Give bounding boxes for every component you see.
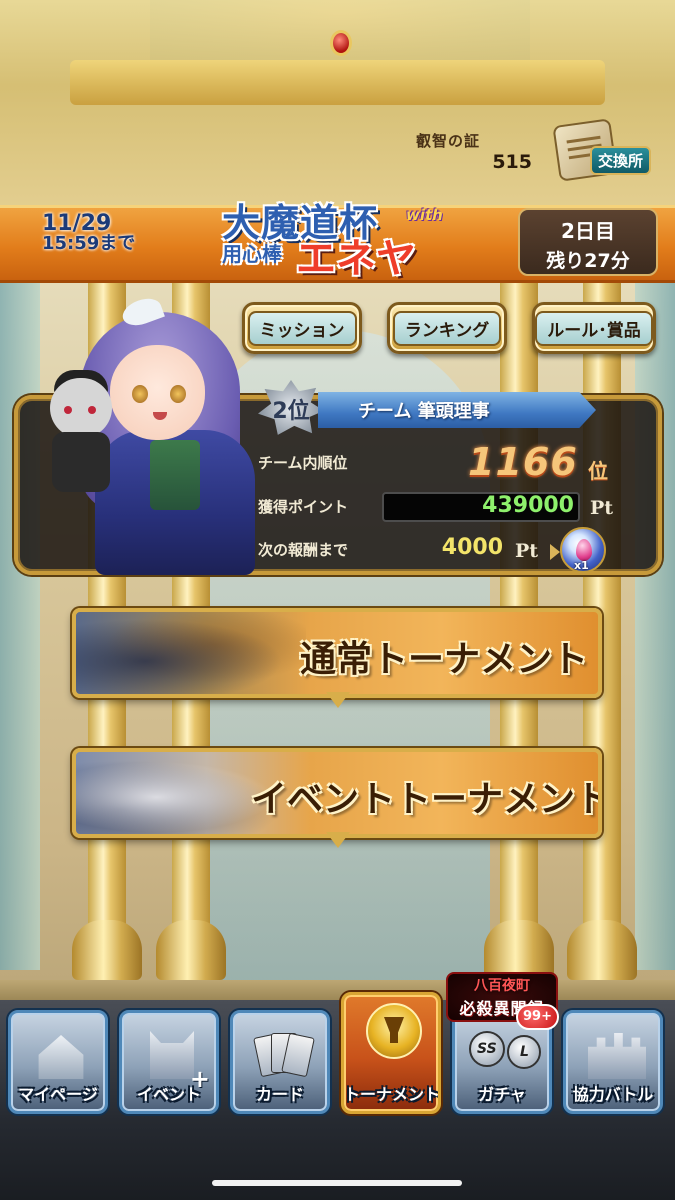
ranking-label: ランキング	[392, 310, 502, 346]
deadline-date: 11/29	[42, 211, 112, 236]
pillar-base	[156, 920, 226, 980]
cards-icon	[253, 1031, 315, 1081]
event-day: 2日目	[561, 219, 615, 243]
points-value: 439000	[482, 493, 574, 518]
event-remaining: 残り27分	[546, 250, 630, 272]
currency-display: 叡智の証 515	[370, 128, 570, 180]
event-deadline: 11/29 15:59まで	[42, 212, 135, 254]
nav-card[interactable]: カード	[230, 1010, 330, 1114]
nav-tournament-label: トーナメント	[344, 1085, 441, 1104]
gacha-ball-icon: L	[507, 1035, 541, 1069]
event-day-box: 2日目 残り27分	[518, 208, 658, 276]
crystal-icon	[576, 539, 592, 561]
character-vest	[150, 440, 200, 510]
red-jewel-ornament	[330, 30, 352, 56]
trophy-icon	[366, 1003, 422, 1059]
home-indicator[interactable]	[212, 1180, 462, 1186]
nav-mypage-label: マイページ	[18, 1085, 98, 1104]
logo-subtitle-a: 用心棒	[222, 242, 282, 266]
doll-body	[52, 432, 110, 492]
exchange-label: 交換所	[590, 146, 652, 175]
game-screen: 叡智の証 515 交換所 11/29 15:59まで 大魔道杯 with 用心棒…	[0, 0, 675, 1200]
house-icon	[38, 1035, 84, 1079]
next-reward-label: 次の報酬まで	[258, 541, 349, 559]
nav-card-label: カード	[255, 1085, 304, 1104]
points-label: 獲得ポイント	[258, 498, 349, 516]
deadline-time: 15:59まで	[42, 233, 136, 255]
banner-ornament	[318, 692, 358, 714]
logo-with: with	[406, 206, 443, 224]
nav-event[interactable]: イベント +	[119, 1010, 219, 1114]
gacha-ball-icon: SS	[469, 1031, 505, 1067]
gacha-ball-l: L	[520, 1044, 529, 1060]
logo-subtitle-b: エネヤ	[296, 236, 416, 282]
cat-icon	[150, 1031, 194, 1079]
event-tournament-button[interactable]: イベントトーナメント	[72, 748, 602, 838]
team-name: チーム 筆頭理事	[358, 401, 490, 422]
doll-head	[50, 378, 112, 438]
pillar-base	[484, 920, 554, 980]
pillar-base	[72, 920, 142, 980]
doll-companion	[40, 370, 125, 500]
character-illustration	[10, 293, 265, 575]
character-eye	[170, 385, 186, 403]
normal-tournament-label: 通常トーナメント	[300, 639, 589, 680]
arch-band	[70, 60, 605, 105]
currency-value: 515	[492, 151, 532, 173]
team-rank-badge: 2位	[258, 380, 324, 436]
nav-coop-label: 協力バトル	[572, 1085, 654, 1104]
normal-tournament-button[interactable]: 通常トーナメント	[72, 608, 602, 698]
reward-count: x1	[574, 559, 589, 572]
in-team-rank-value: 1166	[468, 440, 578, 484]
castle-icon	[588, 1033, 646, 1079]
pillar-base	[567, 920, 637, 980]
nav-mypage[interactable]: マイページ	[8, 1010, 108, 1114]
arrow-right-icon	[550, 544, 560, 560]
ranking-button[interactable]: ランキング	[387, 302, 507, 354]
in-team-rank-unit: 位	[588, 459, 608, 483]
currency-label: 叡智の証	[415, 132, 480, 150]
gacha-notification-badge: 99+	[516, 1004, 559, 1030]
plus-icon: +	[189, 1065, 210, 1093]
event-tournament-label: イベントトーナメント	[251, 779, 602, 820]
event-logo: 大魔道杯 with 用心棒 エネヤ	[210, 188, 460, 294]
team-rank: 2位	[272, 399, 310, 424]
nav-coop-battle[interactable]: 協力バトル	[563, 1010, 663, 1114]
points-unit: Pt	[590, 497, 614, 519]
right-wall	[635, 270, 675, 970]
exchange-button[interactable]: 交換所	[552, 118, 652, 190]
nav-tournament[interactable]: トーナメント	[341, 992, 441, 1114]
doll-eye	[64, 406, 72, 414]
character-eye	[132, 385, 148, 403]
in-team-rank-label: チーム内順位	[258, 454, 348, 472]
team-name-bar: チーム 筆頭理事	[318, 392, 596, 428]
gacha-event-line1: 八百夜町	[474, 978, 530, 994]
gacha-ball-ss: SS	[477, 1041, 497, 1057]
next-reward-unit: Pt	[515, 540, 539, 562]
tournament-character-art	[76, 612, 306, 694]
nav-gacha-label: ガチャ	[478, 1085, 526, 1104]
rules-prizes-button[interactable]: ルール･賞品	[532, 302, 656, 354]
next-reward-value: 4000	[441, 535, 503, 560]
doll-eye	[88, 406, 96, 414]
rules-label: ルール･賞品	[535, 310, 653, 346]
banner-ornament	[318, 832, 358, 854]
